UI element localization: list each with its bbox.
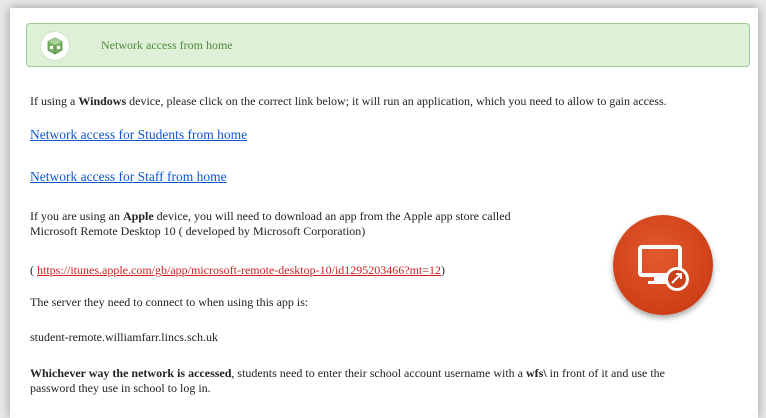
footer-text: , students need to enter their school ac… bbox=[231, 366, 526, 380]
intro-bold: Windows bbox=[78, 94, 127, 108]
footer-bold-prefix: wfs\ bbox=[526, 366, 547, 380]
app-store-link[interactable]: https://itunes.apple.com/gb/app/microsof… bbox=[37, 263, 441, 277]
server-label: The server they need to connect to when … bbox=[30, 295, 309, 309]
login-instructions: Whichever way the network is accessed, s… bbox=[30, 366, 665, 396]
content-panel: Network access from home If using a Wind… bbox=[10, 8, 758, 418]
apple-app-name: Microsoft Remote Desktop 10 ( developed … bbox=[30, 224, 366, 238]
url-close-paren: ) bbox=[441, 263, 446, 277]
apple-instructions: If you are using an Apple device, you wi… bbox=[30, 209, 511, 239]
apple-bold: Apple bbox=[122, 209, 154, 223]
staff-access-link[interactable]: Network access for Staff from home bbox=[30, 169, 227, 185]
remote-desktop-app-icon bbox=[613, 215, 713, 315]
footer-bold: Whichever way the network is accessed bbox=[30, 366, 232, 380]
footer-line2: password they use in school to log in. bbox=[30, 381, 211, 395]
windows-instructions: If using a Windows device, please click … bbox=[30, 94, 667, 109]
intro-text: If using a bbox=[30, 94, 79, 108]
students-access-link[interactable]: Network access for Students from home bbox=[30, 127, 247, 143]
header-banner: Network access from home bbox=[26, 23, 750, 67]
network-package-icon bbox=[40, 31, 70, 61]
header-title: Network access from home bbox=[101, 38, 233, 52]
app-store-url-line: ( https://itunes.apple.com/gb/app/micros… bbox=[30, 263, 445, 278]
apple-text-rest: device, you will need to download an app… bbox=[153, 209, 511, 223]
footer-text-rest: in front of it and use the bbox=[546, 366, 665, 380]
apple-text: If you are using an bbox=[30, 209, 123, 223]
intro-text-rest: device, please click on the correct link… bbox=[126, 94, 667, 108]
url-open-paren: ( bbox=[30, 263, 37, 277]
server-host: student-remote.williamfarr.lincs.sch.uk bbox=[30, 330, 218, 344]
